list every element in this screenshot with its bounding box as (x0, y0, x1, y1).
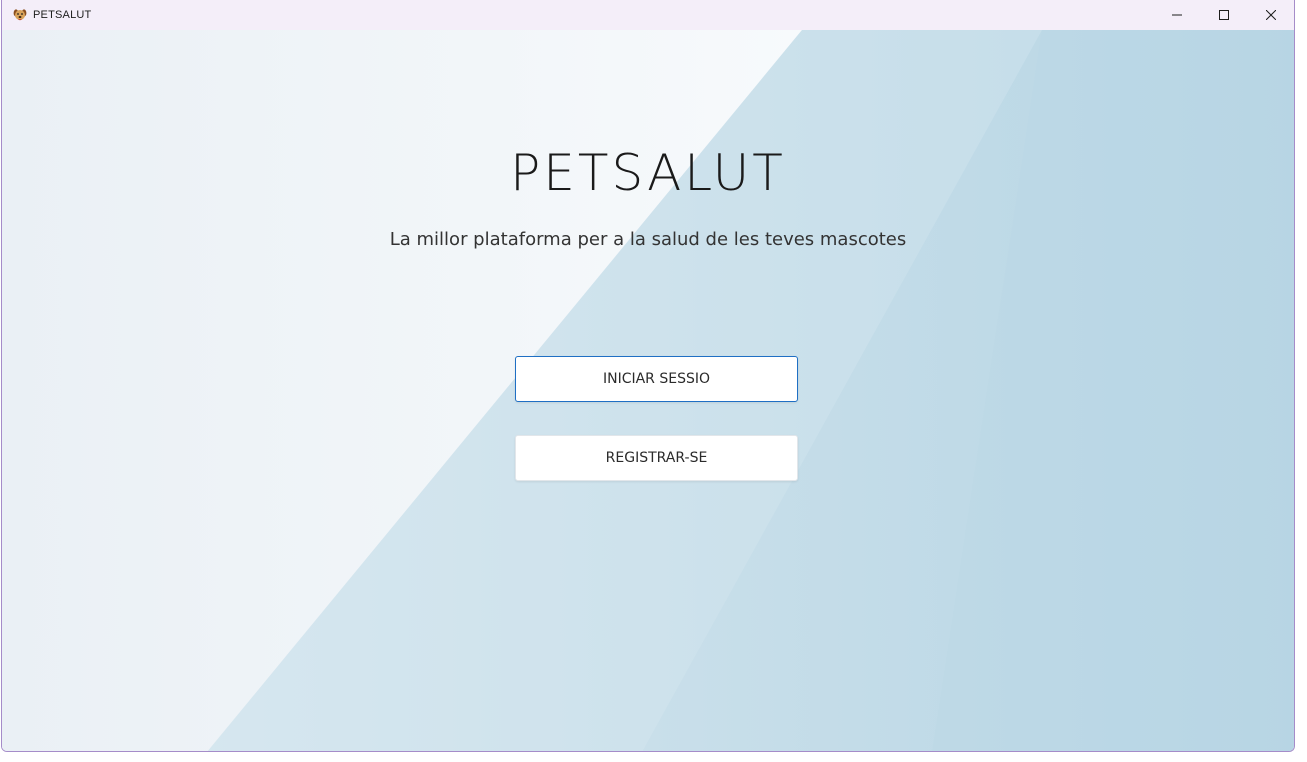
register-button[interactable]: REGISTRAR-SE (515, 435, 798, 481)
page-title: PETSALUT (510, 144, 786, 202)
app-window: PETSALUT PETSALUT La millor plataforma p… (1, 0, 1295, 752)
page-subtitle: La millor plataforma per a la salud de l… (389, 229, 907, 250)
maximize-button[interactable] (1200, 0, 1247, 30)
maximize-icon (1218, 10, 1229, 20)
dog-icon (13, 9, 27, 21)
close-icon (1265, 10, 1276, 20)
title-bar[interactable]: PETSALUT (2, 0, 1294, 30)
close-button[interactable] (1247, 0, 1294, 30)
login-button[interactable]: INICIAR SESSIO (515, 356, 798, 402)
window-controls (1153, 0, 1294, 30)
landing-panel: PETSALUT La millor plataforma per a la s… (2, 30, 1294, 751)
minimize-button[interactable] (1153, 0, 1200, 30)
minimize-icon (1171, 14, 1182, 16)
window-title: PETSALUT (33, 9, 92, 21)
